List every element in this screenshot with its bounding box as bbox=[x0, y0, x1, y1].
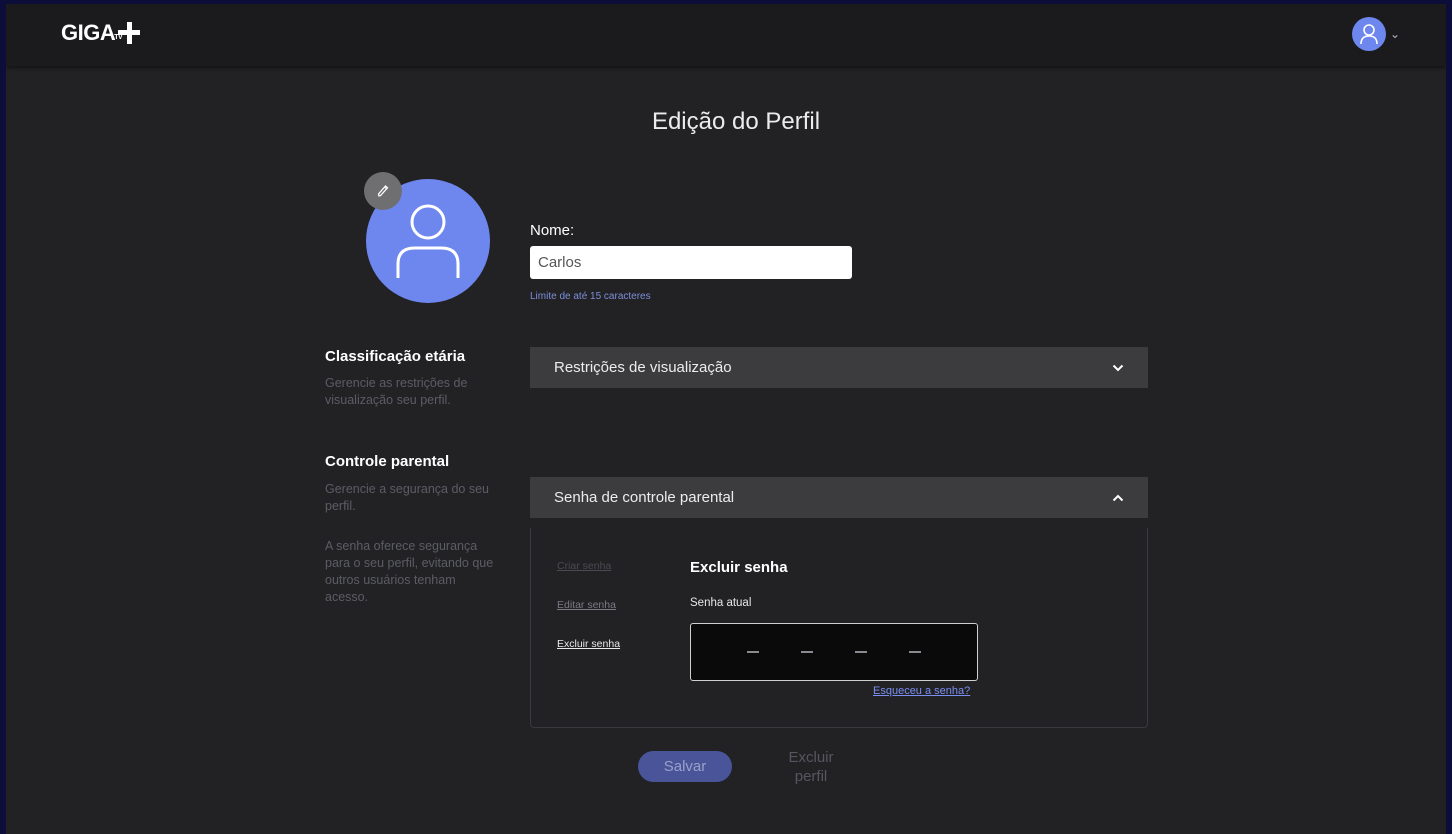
page-title: Edição do Perfil bbox=[651, 108, 821, 135]
edit-password-link[interactable]: Editar senha bbox=[557, 599, 616, 611]
accordion-label: Restrições de visualização bbox=[554, 359, 732, 376]
plus-logo-icon: TV bbox=[112, 20, 142, 46]
pin-digit-4 bbox=[909, 651, 921, 653]
user-icon bbox=[396, 204, 460, 278]
save-button[interactable]: Salvar bbox=[638, 751, 732, 782]
current-password-label: Senha atual bbox=[690, 597, 752, 609]
logo-text: GIGA bbox=[61, 20, 116, 45]
chevron-up-icon bbox=[1112, 494, 1124, 501]
delete-password-link[interactable]: Excluir senha bbox=[557, 638, 620, 650]
delete-password-title: Excluir senha bbox=[690, 559, 788, 576]
pin-digit-3 bbox=[855, 651, 867, 653]
giga-logo[interactable]: GIGA TV bbox=[61, 18, 142, 48]
name-label: Nome: bbox=[530, 222, 575, 239]
name-input[interactable] bbox=[530, 246, 852, 279]
create-password-link[interactable]: Criar senha bbox=[557, 560, 611, 572]
viewing-restrictions-accordion[interactable]: Restrições de visualização bbox=[530, 347, 1148, 388]
logo-sub-text: TV bbox=[114, 34, 123, 41]
age-rating-title: Classificação etária bbox=[325, 348, 466, 365]
parental-control-description: Gerencie a segurança do seu perfil. bbox=[325, 482, 489, 513]
chevron-down-icon[interactable]: ⌄ bbox=[1390, 27, 1400, 41]
delete-profile-button[interactable]: Excluir perfil bbox=[776, 748, 846, 786]
pencil-icon bbox=[377, 185, 389, 197]
app-frame: GIGA TV ⌄ Edição do Perfil Nome: Carlos … bbox=[6, 4, 1446, 834]
parental-control-note: A senha oferece segurança para o seu per… bbox=[325, 539, 494, 604]
chevron-down-icon bbox=[1112, 364, 1124, 371]
pin-digit-2 bbox=[801, 651, 813, 653]
user-avatar-icon[interactable] bbox=[1352, 17, 1386, 51]
current-password-input[interactable] bbox=[690, 623, 978, 681]
accordion-label: Senha de controle parental bbox=[554, 489, 735, 506]
name-hint: Limite de até 15 caracteres bbox=[530, 291, 651, 302]
pin-digit-1 bbox=[747, 651, 759, 653]
age-rating-description: Gerencie as restrições de visualização s… bbox=[325, 376, 468, 407]
parental-password-panel: Criar senha Editar senha Excluir senha E… bbox=[530, 528, 1148, 728]
account-menu[interactable]: ⌄ bbox=[1352, 17, 1400, 51]
edit-avatar-button[interactable] bbox=[364, 172, 402, 210]
forgot-password-link[interactable]: Esqueceu a senha? bbox=[873, 685, 970, 697]
parental-password-accordion[interactable]: Senha de controle parental bbox=[530, 477, 1148, 518]
top-bar: GIGA TV ⌄ bbox=[6, 4, 1446, 66]
parental-control-title: Controle parental bbox=[325, 453, 450, 470]
